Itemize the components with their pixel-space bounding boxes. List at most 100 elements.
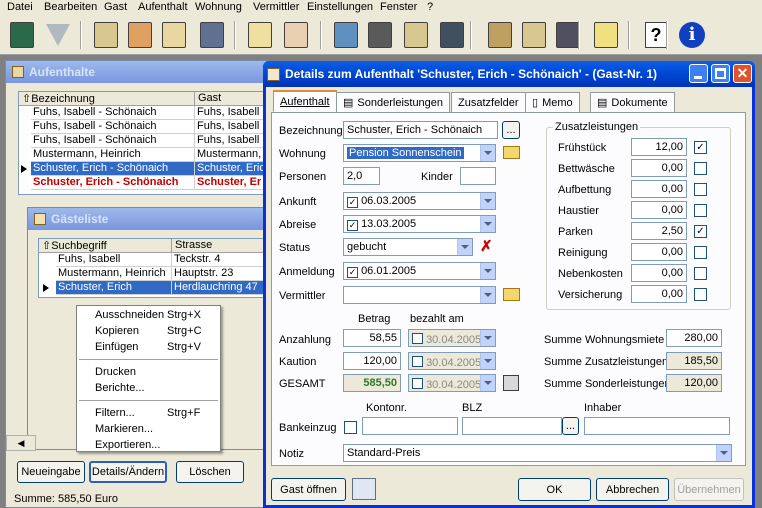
zusatz-value-1[interactable]: 0,00 [631,159,687,177]
table-row-gast[interactable]: Mustermann, H [195,148,269,162]
menu-ausschneiden[interactable]: Ausschneiden [95,309,164,321]
zusatz-checkbox-6[interactable] [694,267,707,280]
table-row-suchbegriff[interactable]: Mustermann, Heinrich [56,267,172,281]
chevron-down-icon[interactable] [480,375,495,391]
tab-sonderleistungen[interactable]: ▤ Sonderleistungen [336,92,451,112]
menu-8[interactable]: ? [427,1,433,13]
kaution-paid-checkbox[interactable] [412,356,423,367]
abbrechen-button[interactable]: Abbrechen [596,478,669,501]
house-icon[interactable] [484,19,516,51]
anmeldung-date-picker[interactable]: ✓ 06.01.2005 [343,262,496,280]
col-header-gast[interactable]: Gast [195,92,269,106]
zusatz-value-2[interactable]: 0,00 [631,180,687,198]
table-row-gast[interactable]: Fuhs, Isabell [195,120,269,134]
delete-x-icon[interactable]: ✗ [480,237,493,255]
menu-1[interactable]: Bearbeiten [44,1,97,13]
zusatz-value-6[interactable]: 0,00 [631,264,687,282]
zusatz-checkbox-2[interactable] [694,183,707,196]
maximize-icon[interactable] [711,64,730,83]
vermittler-select[interactable] [343,286,496,304]
guest-list-icon[interactable] [158,19,190,51]
house-list-icon[interactable] [518,19,550,51]
folder-open-icon[interactable] [503,146,520,159]
building-icon[interactable] [400,19,432,51]
col-header-suchbegriff[interactable]: ⇧Suchbegriff [39,239,172,253]
chevron-down-icon[interactable] [716,445,731,461]
inhaber-field[interactable] [584,417,730,435]
minimize-icon[interactable] [689,64,708,83]
table-row-gast[interactable]: Schuster, Erich [195,162,269,176]
gesamt-date-picker[interactable]: 30.04.2005 [408,374,496,392]
table-row-bezeichnung[interactable]: Schuster, Erich - Schönaich [31,176,195,190]
apartment-print-icon[interactable] [436,19,468,51]
menu-markieren[interactable]: Markieren... [95,423,153,435]
table-row-bezeichnung[interactable]: Schuster, Erich - Schönaich [31,162,195,176]
col-header-bezeichnung[interactable]: ⇧Bezeichnung [19,92,195,106]
tab-aufenthalt[interactable]: Aufenthalt [273,90,337,112]
tab-zusatzfelder[interactable]: Zusatzfelder [451,92,526,112]
money-icon[interactable] [244,19,276,51]
menu-einfuegen[interactable]: Einfügen [95,341,138,353]
cleaning-icon[interactable] [590,19,622,51]
guest-card-icon[interactable] [352,478,376,500]
table-row-bezeichnung[interactable]: Fuhs, Isabell - Schönaich [31,134,195,148]
personen-field[interactable]: 2,0 [343,167,380,185]
chevron-down-icon[interactable] [480,193,495,209]
anzahlung-paid-checkbox[interactable] [412,333,423,344]
calendar-mo-icon[interactable] [280,19,312,51]
zusatz-value-4[interactable]: 2,50 [631,222,687,240]
tab-dokumente[interactable]: ▤ Dokumente [590,92,675,112]
guest-print-icon[interactable] [196,19,228,51]
table-row-bezeichnung[interactable]: Fuhs, Isabell - Schönaich [31,106,195,120]
ankunft-checkbox[interactable]: ✓ [347,197,358,208]
chevron-down-icon[interactable] [480,263,495,279]
menu-drucken[interactable]: Drucken [95,366,136,378]
chevron-down-icon[interactable] [480,330,495,346]
gast-oeffnen-button[interactable]: Gast öffnen [271,478,346,501]
chevron-down-icon[interactable] [480,145,495,161]
table-row-bezeichnung[interactable]: Mustermann, Heinrich [31,148,195,162]
anzahlung-field[interactable]: 58,55 [343,329,401,347]
abreise-date-picker[interactable]: ✓ 13.03.2005 [343,215,496,233]
wohnung-select[interactable]: Pension Sonnenschein [343,144,496,162]
zusatz-value-0[interactable]: 12,00 [631,138,687,156]
bezeichnung-browse-button[interactable]: ... [502,121,520,139]
gesamt-paid-checkbox[interactable] [412,378,423,389]
menu-0[interactable]: Datei [7,1,33,13]
table-row-strasse[interactable]: Herdlauchring 47 [172,281,269,295]
zusatz-checkbox-5[interactable] [694,246,707,259]
menu-6[interactable]: Einstellungen [307,1,373,13]
menu-kopieren[interactable]: Kopieren [95,325,139,337]
status-select[interactable]: gebucht [343,238,473,256]
menu-2[interactable]: Gast [104,1,127,13]
guests-icon[interactable] [124,19,156,51]
chevron-down-icon[interactable] [457,239,472,255]
table-row-gast[interactable]: Fuhs, Isabell [195,106,269,120]
kinder-field[interactable] [460,167,496,185]
menu-7[interactable]: Fenster [380,1,417,13]
filter-icon[interactable] [42,19,74,51]
apartment-icon[interactable] [364,19,396,51]
menu-filtern[interactable]: Filtern... [95,407,135,419]
chevron-down-icon[interactable] [480,287,495,303]
ok-button[interactable]: OK [518,478,591,501]
gaesteliste-grid[interactable]: ⇧Suchbegriff Strasse Fuhs, Isabell Teckst… [38,238,269,298]
book-icon[interactable] [330,19,362,51]
neueingabe-button[interactable]: Neueingabe [17,461,85,483]
table-row-suchbegriff[interactable]: Schuster, Erich [56,281,172,295]
details-aendern-button[interactable]: Details/Ändern [89,461,167,483]
zusatz-checkbox-4[interactable]: ✓ [694,225,707,238]
guest-card-icon[interactable] [90,19,122,51]
kaution-date-picker[interactable]: 30.04.2005 [408,352,496,370]
loeschen-button[interactable]: Löschen [176,461,244,483]
chevron-down-icon[interactable] [480,353,495,369]
zusatz-value-5[interactable]: 0,00 [631,243,687,261]
menu-3[interactable]: Aufenthalt [138,1,188,13]
bezeichnung-field[interactable]: Schuster, Erich - Schönaich [343,121,498,139]
menu-berichte[interactable]: Berichte... [95,382,145,394]
blz-browse-button[interactable]: ... [562,417,579,435]
chevron-down-icon[interactable] [480,216,495,232]
anmeldung-checkbox[interactable]: ✓ [347,267,358,278]
zusatz-value-3[interactable]: 0,00 [631,201,687,219]
table-row-suchbegriff[interactable]: Fuhs, Isabell [56,253,172,267]
